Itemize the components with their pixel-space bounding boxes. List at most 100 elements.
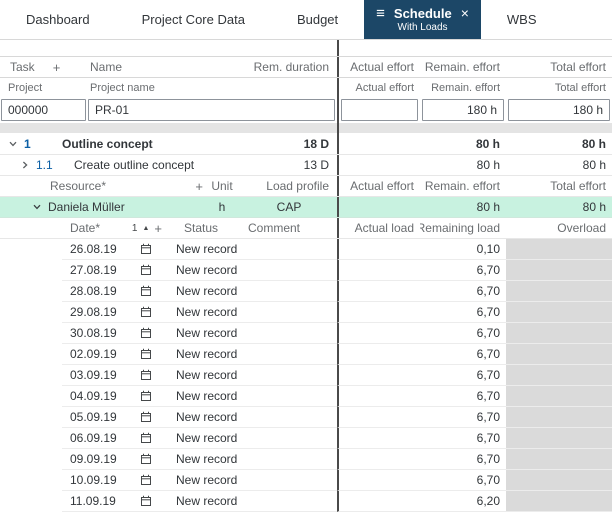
calendar-icon[interactable] (140, 264, 152, 276)
load-row[interactable]: 30.08.19 New record (0, 323, 612, 344)
status-value: New record (168, 431, 240, 445)
col-remain-effort-resource: Remain. effort (420, 179, 506, 193)
load-row[interactable]: 02.09.19 New record (0, 344, 612, 365)
date-value[interactable]: 03.09.19 (70, 368, 117, 382)
overload-value (506, 428, 612, 448)
date-value[interactable]: 10.09.19 (70, 473, 117, 487)
load-row[interactable]: 03.09.19 New record (0, 365, 612, 386)
calendar-icon[interactable] (140, 369, 152, 381)
load-row[interactable]: 26.08.19 New record (0, 239, 612, 260)
overload-value (506, 239, 612, 259)
calendar-icon[interactable] (140, 411, 152, 423)
date-value[interactable]: 30.08.19 (70, 326, 117, 340)
remaining-load-value[interactable]: 6,70 (420, 473, 506, 487)
load-row[interactable]: 04.09.19 New record (0, 386, 612, 407)
load-row[interactable]: 27.08.19 New record (0, 260, 612, 281)
date-value[interactable]: 27.08.19 (70, 263, 117, 277)
calendar-icon[interactable] (140, 432, 152, 444)
overload-value (506, 323, 612, 343)
collapse-chevron-icon[interactable] (30, 202, 44, 212)
expand-chevron-icon[interactable] (18, 160, 32, 170)
date-value[interactable]: 02.09.19 (70, 347, 117, 361)
tab-schedule-sublabel: With Loads (398, 22, 448, 34)
sort-order-badge[interactable]: 1 (132, 223, 138, 234)
col-project: Project (0, 82, 88, 94)
col-project-name: Project name (88, 82, 337, 94)
sort-ascending-icon[interactable]: ▲ (142, 225, 149, 232)
indent-spacer (0, 470, 62, 491)
tab-dashboard[interactable]: Dashboard (0, 0, 116, 39)
task-name[interactable]: Outline concept (58, 137, 241, 151)
indent-spacer (0, 323, 62, 344)
calendar-icon[interactable] (140, 348, 152, 360)
calendar-icon[interactable] (140, 327, 152, 339)
remaining-load-value[interactable]: 6,70 (420, 431, 506, 445)
date-value[interactable]: 29.08.19 (70, 305, 117, 319)
task-row-1-1[interactable]: 1.1 Create outline concept 13 D 80 h 80 … (0, 155, 612, 176)
calendar-icon[interactable] (140, 495, 152, 507)
task-remain-effort: 80 h (420, 137, 506, 151)
indent-spacer (0, 218, 62, 238)
status-value: New record (168, 368, 240, 382)
load-row[interactable]: 10.09.19 New record (0, 470, 612, 491)
load-row[interactable]: 11.09.19 New record (0, 491, 612, 512)
tab-wbs[interactable]: WBS (481, 0, 563, 39)
project-name-field[interactable] (88, 99, 335, 121)
date-value[interactable]: 04.09.19 (70, 389, 117, 403)
collapse-chevron-icon[interactable] (6, 139, 20, 149)
remaining-load-value[interactable]: 6,70 (420, 347, 506, 361)
close-tab-icon[interactable]: × (461, 5, 469, 21)
load-row[interactable]: 05.09.19 New record (0, 407, 612, 428)
task-row-1[interactable]: 1 Outline concept 18 D 80 h 80 h (0, 133, 612, 155)
tab-budget[interactable]: Budget (271, 0, 364, 39)
load-row[interactable]: 09.09.19 New record (0, 449, 612, 470)
calendar-icon[interactable] (140, 474, 152, 486)
remaining-load-value[interactable]: 6,20 (420, 494, 506, 508)
remaining-load-value[interactable]: 6,70 (420, 284, 506, 298)
remaining-load-value[interactable]: 6,70 (420, 410, 506, 424)
indent-spacer (0, 449, 62, 470)
status-value: New record (168, 242, 240, 256)
indent-spacer (0, 260, 62, 281)
project-total-effort-field[interactable] (508, 99, 610, 121)
remaining-load-value[interactable]: 6,70 (420, 389, 506, 403)
indent-spacer (0, 386, 62, 407)
date-value[interactable]: 11.09.19 (70, 494, 116, 508)
resource-name[interactable]: Daniela Müller (44, 200, 203, 214)
task-header-row: Task + Name Rem. duration Actual effort … (0, 56, 612, 78)
remaining-load-value[interactable]: 6,70 (420, 326, 506, 340)
remaining-load-value[interactable]: 6,70 (420, 263, 506, 277)
remaining-load-value[interactable]: 0,10 (420, 242, 506, 256)
add-task-button[interactable]: + (53, 60, 61, 75)
task-remain-effort: 80 h (420, 158, 506, 172)
calendar-icon[interactable] (140, 390, 152, 402)
calendar-icon[interactable] (140, 285, 152, 297)
remaining-load-value[interactable]: 6,70 (420, 452, 506, 466)
add-resource-button[interactable]: + (195, 179, 203, 194)
remaining-load-value[interactable]: 6,70 (420, 305, 506, 319)
load-row[interactable]: 06.09.19 New record (0, 428, 612, 449)
date-value[interactable]: 28.08.19 (70, 284, 117, 298)
remaining-load-value[interactable]: 6,70 (420, 368, 506, 382)
date-value[interactable]: 05.09.19 (70, 410, 117, 424)
project-header-row: Project Project name Actual effort Remai… (0, 78, 612, 97)
date-value[interactable]: 06.09.19 (70, 431, 117, 445)
task-name[interactable]: Create outline concept (70, 158, 241, 172)
menu-icon[interactable]: ≡ (376, 5, 385, 22)
add-date-row-button[interactable]: + (154, 221, 162, 236)
col-remain-effort: Remain. effort (420, 60, 506, 74)
project-id-field[interactable] (1, 99, 86, 121)
calendar-icon[interactable] (140, 243, 152, 255)
date-value[interactable]: 26.08.19 (70, 242, 117, 256)
calendar-icon[interactable] (140, 306, 152, 318)
tab-schedule[interactable]: ≡ Schedule × With Loads (364, 0, 481, 39)
project-actual-effort-field[interactable] (341, 99, 418, 121)
project-remain-effort-field[interactable] (422, 99, 504, 121)
tab-project-core-data[interactable]: Project Core Data (116, 0, 271, 39)
date-value[interactable]: 09.09.19 (70, 452, 117, 466)
task-total-effort: 80 h (506, 158, 612, 172)
load-row[interactable]: 28.08.19 New record (0, 281, 612, 302)
calendar-icon[interactable] (140, 453, 152, 465)
load-row[interactable]: 29.08.19 New record (0, 302, 612, 323)
resource-row-selected[interactable]: Daniela Müller h CAP 80 h 80 h (0, 197, 612, 218)
